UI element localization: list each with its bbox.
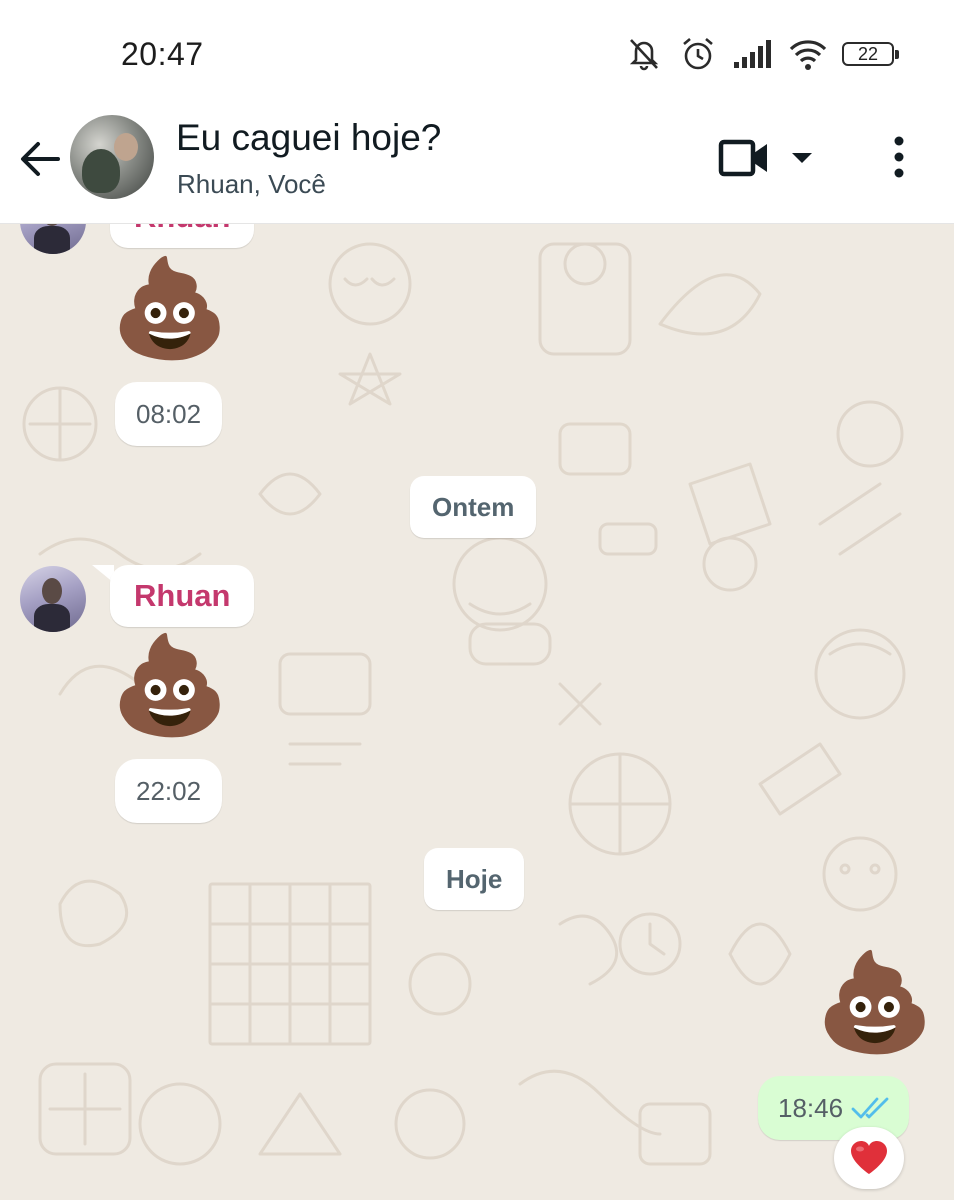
signal-icon	[732, 38, 774, 70]
heart-icon	[851, 1141, 887, 1174]
double-check-read-icon	[851, 1097, 889, 1119]
video-call-icon	[718, 139, 767, 177]
back-button[interactable]	[16, 135, 64, 183]
video-call-button[interactable]	[718, 135, 828, 181]
wifi-icon	[788, 37, 828, 71]
poop-emoji-message[interactable]: 💩	[110, 631, 230, 741]
date-separator: Ontem	[410, 476, 537, 538]
poop-emoji-message[interactable]: 💩	[110, 254, 230, 364]
sender-name-bubble[interactable]: Rhuan	[110, 565, 255, 627]
chat-messages-area[interactable]: Rhuan 💩 08:02 Ontem Rhuan 💩 22:02 Hoje 💩…	[0, 224, 954, 1200]
status-bar: 20:47 22	[0, 0, 954, 105]
sender-avatar[interactable]	[20, 566, 86, 632]
message-time: 08:02	[136, 399, 202, 429]
date-separator-label: Ontem	[432, 492, 515, 522]
more-options-button[interactable]	[884, 133, 914, 181]
poop-emoji-message[interactable]: 💩	[815, 948, 935, 1058]
alarm-icon	[678, 34, 718, 74]
battery-level: 22	[857, 43, 879, 64]
group-avatar[interactable]	[70, 115, 154, 199]
status-time: 20:47	[121, 36, 204, 72]
status-icons: 22	[624, 34, 899, 74]
sender-name-bubble[interactable]: Rhuan	[110, 224, 255, 248]
chat-header: Eu caguei hoje? Rhuan, Você	[0, 105, 954, 224]
dropdown-caret-icon	[792, 153, 812, 163]
mute-icon	[624, 34, 664, 74]
date-separator: Hoje	[424, 848, 525, 910]
reaction-badge[interactable]	[834, 1127, 904, 1189]
more-vert-icon	[894, 136, 904, 178]
chat-participants[interactable]: Rhuan, Você	[177, 169, 326, 200]
message-time-bubble[interactable]: 22:02	[115, 759, 223, 823]
message-time: 22:02	[136, 776, 202, 806]
whatsapp-chat-screen: 20:47 22 Eu caguei hoje? Rhuan, Você 💩 0…	[0, 0, 954, 1200]
message-time: 18:46	[778, 1093, 844, 1123]
date-separator-label: Hoje	[446, 864, 503, 894]
battery-icon: 22	[842, 42, 899, 66]
sender-name: Rhuan	[134, 224, 230, 234]
message-time-bubble[interactable]: 08:02	[115, 382, 223, 446]
chat-title[interactable]: Eu caguei hoje?	[176, 117, 441, 159]
sender-name: Rhuan	[134, 578, 231, 613]
back-arrow-icon	[21, 142, 60, 176]
